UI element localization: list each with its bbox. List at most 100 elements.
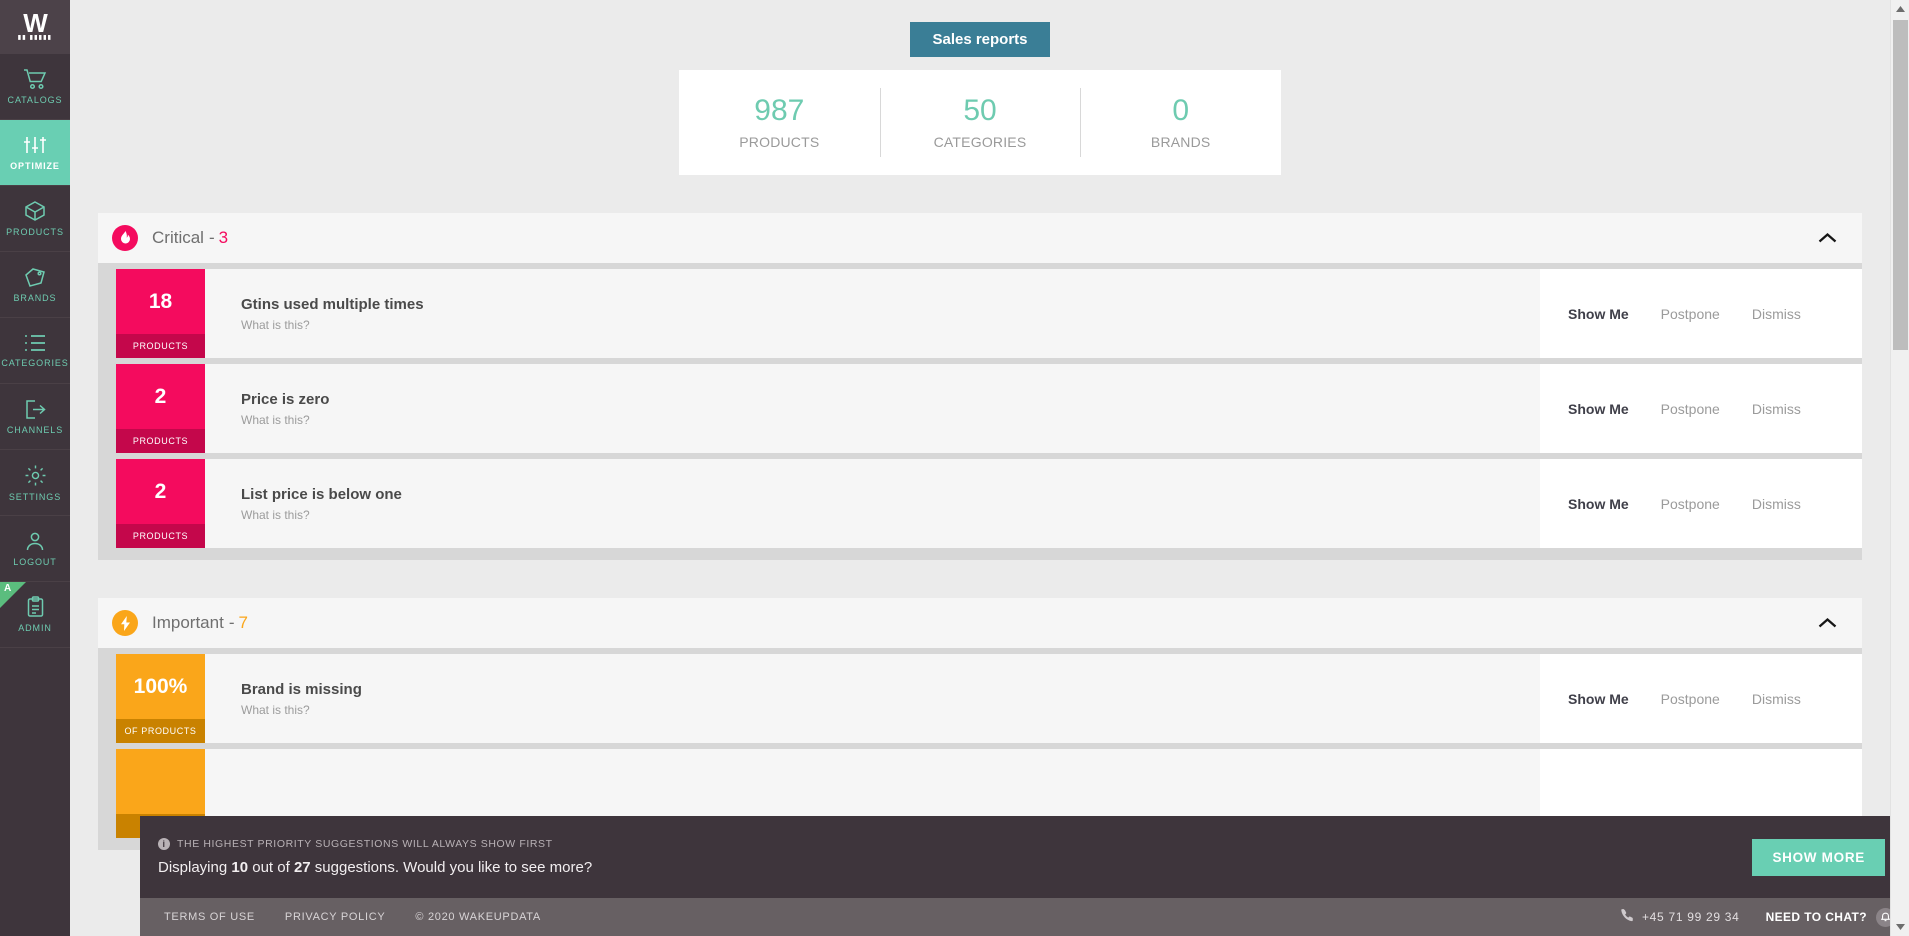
suggestion-row: 2 PRODUCTS List price is below one What … — [116, 459, 1862, 548]
suggestion-actions: Show Me Postpone Dismiss — [1540, 654, 1862, 743]
badge-unit: PRODUCTS — [116, 429, 205, 453]
admin-corner-letter: A — [4, 583, 12, 594]
sidebar-item-brands[interactable]: BRANDS — [0, 252, 70, 318]
what-is-this-link[interactable]: What is this? — [241, 703, 1540, 717]
section-title: Important — [152, 613, 224, 632]
section-title: Critical — [152, 228, 204, 247]
chevron-up-icon[interactable] — [1814, 225, 1840, 251]
sales-reports-button[interactable]: Sales reports — [910, 22, 1050, 57]
show-me-button[interactable]: Show Me — [1568, 496, 1629, 512]
sidebar-item-label: PRODUCTS — [6, 227, 64, 237]
suggestion-badge: 100% OF PRODUCTS — [116, 654, 205, 743]
chevron-up-icon[interactable] — [1814, 610, 1840, 636]
badge-value: 2 — [116, 459, 205, 524]
show-me-button[interactable]: Show Me — [1568, 306, 1629, 322]
app-logo[interactable]: W ▮▮ ▮▮▮▮▮ — [0, 0, 70, 54]
sidebar-item-label: CHANNELS — [6, 424, 64, 435]
postpone-button[interactable]: Postpone — [1661, 306, 1720, 322]
badge-value: 18 — [116, 269, 205, 334]
stat-value: 50 — [963, 93, 997, 127]
section-critical: Critical - 3 18 PRODUCTS Gtins used mult… — [98, 213, 1862, 560]
chat-label: NEED TO CHAT? — [1765, 910, 1867, 924]
scrollbar-up-arrow[interactable] — [1891, 0, 1909, 18]
section-count: 3 — [218, 228, 229, 247]
show-more-button[interactable]: SHOW MORE — [1752, 838, 1885, 876]
sidebar-item-categories[interactable]: CATEGORIES — [0, 318, 70, 384]
dismiss-button[interactable]: Dismiss — [1752, 306, 1801, 322]
suggestion-row: 2 PRODUCTS Price is zero What is this? S… — [116, 364, 1862, 453]
notice-total-count: 27 — [293, 859, 311, 876]
notice-hint: THE HIGHEST PRIORITY SUGGESTIONS WILL AL… — [177, 838, 553, 850]
stat-value: 987 — [754, 93, 805, 127]
export-icon — [23, 399, 47, 420]
main-area: Sales reports 987 PRODUCTS 50 CATEGORIES… — [70, 0, 1909, 936]
vertical-scrollbar[interactable] — [1890, 0, 1909, 936]
suggestion-badge: 2 PRODUCTS — [116, 459, 205, 548]
badge-value: 2 — [116, 364, 205, 429]
badge-unit: PRODUCTS — [116, 524, 205, 548]
postpone-button[interactable]: Postpone — [1661, 496, 1720, 512]
sidebar-item-label: OPTIMIZE — [10, 161, 60, 171]
footer-links: TERMS OF USE PRIVACY POLICY © 2020 WAKEU… — [164, 911, 541, 923]
sales-reports-row: Sales reports — [70, 22, 1890, 57]
suggestions-notice-bar: i THE HIGHEST PRIORITY SUGGESTIONS WILL … — [140, 816, 1909, 898]
what-is-this-link[interactable]: What is this? — [241, 508, 1540, 522]
support-phone[interactable]: +45 71 99 29 34 — [1621, 909, 1740, 925]
need-to-chat-button[interactable]: NEED TO CHAT? — [1765, 907, 1895, 927]
scrollbar-down-arrow[interactable] — [1891, 918, 1909, 936]
sidebar-item-label: CATEGORIES — [1, 358, 69, 368]
dismiss-button[interactable]: Dismiss — [1752, 691, 1801, 707]
dismiss-button[interactable]: Dismiss — [1752, 496, 1801, 512]
stats-header: Sales reports 987 PRODUCTS 50 CATEGORIES… — [70, 0, 1890, 175]
scrollbar-thumb[interactable] — [1893, 20, 1908, 350]
what-is-this-link[interactable]: What is this? — [241, 318, 1540, 332]
suggestion-text: Gtins used multiple times What is this? — [205, 269, 1540, 358]
dismiss-button[interactable]: Dismiss — [1752, 401, 1801, 417]
terms-of-use-link[interactable]: TERMS OF USE — [164, 911, 255, 923]
suggestion-title: Price is zero — [241, 390, 330, 408]
sidebar-item-admin[interactable]: A ADMIN — [0, 582, 70, 648]
notice-message: Displaying 10 out of 27 suggestions. Wou… — [158, 859, 592, 876]
notice-shown-count: 10 — [231, 859, 249, 876]
stat-label: BRANDS — [1150, 133, 1211, 150]
logo-subtext: ▮▮ ▮▮▮▮▮ — [17, 35, 53, 41]
suggestion-title: Brand is missing — [241, 680, 362, 698]
show-me-button[interactable]: Show Me — [1568, 691, 1629, 707]
suggestion-row: 18 PRODUCTS Gtins used multiple times Wh… — [116, 269, 1862, 358]
badge-unit: PRODUCTS — [116, 334, 205, 358]
section-header-critical[interactable]: Critical - 3 — [98, 213, 1862, 263]
show-me-button[interactable]: Show Me — [1568, 401, 1629, 417]
notice-prefix: Displaying — [158, 859, 228, 876]
phone-icon — [1621, 909, 1634, 925]
section-header-important[interactable]: Important - 7 — [98, 598, 1862, 648]
section-separator: - — [228, 613, 235, 632]
sidebar-item-channels[interactable]: CHANNELS — [0, 384, 70, 450]
section-bottom-pad — [98, 548, 1862, 560]
tag-icon — [23, 266, 47, 288]
content-scroll: Sales reports 987 PRODUCTS 50 CATEGORIES… — [70, 0, 1890, 936]
sidebar-item-logout[interactable]: LOGOUT — [0, 516, 70, 582]
badge-value: 100% — [116, 654, 205, 719]
postpone-button[interactable]: Postpone — [1661, 691, 1720, 707]
notice-text-group: i THE HIGHEST PRIORITY SUGGESTIONS WILL … — [158, 838, 592, 876]
copyright-text: © 2020 WAKEUPDATA — [415, 911, 541, 923]
app-root: W ▮▮ ▮▮▮▮▮ CATALOGS OPTIMIZE PRODUCTS BR… — [0, 0, 1909, 936]
what-is-this-link[interactable]: What is this? — [241, 413, 1540, 427]
cart-icon — [23, 68, 47, 90]
badge-value — [116, 749, 205, 814]
sidebar-item-products[interactable]: PRODUCTS — [0, 186, 70, 252]
sidebar: W ▮▮ ▮▮▮▮▮ CATALOGS OPTIMIZE PRODUCTS BR… — [0, 0, 70, 936]
sidebar-item-optimize[interactable]: OPTIMIZE — [0, 120, 70, 186]
footer-right: +45 71 99 29 34 NEED TO CHAT? — [1621, 907, 1895, 927]
page-footer: TERMS OF USE PRIVACY POLICY © 2020 WAKEU… — [140, 898, 1909, 936]
sidebar-item-label: BRANDS — [13, 293, 57, 303]
privacy-policy-link[interactable]: PRIVACY POLICY — [285, 911, 385, 923]
postpone-button[interactable]: Postpone — [1661, 401, 1720, 417]
logo-letter: W — [23, 8, 48, 38]
notice-suffix: suggestions. Would you like to see more? — [314, 859, 593, 876]
sidebar-item-catalogs[interactable]: CATALOGS — [0, 54, 70, 120]
suggestion-actions: Show Me Postpone Dismiss — [1540, 364, 1862, 453]
sidebar-item-label: ADMIN — [18, 623, 52, 633]
sidebar-item-settings[interactable]: SETTINGS — [0, 450, 70, 516]
box-icon — [23, 200, 47, 222]
